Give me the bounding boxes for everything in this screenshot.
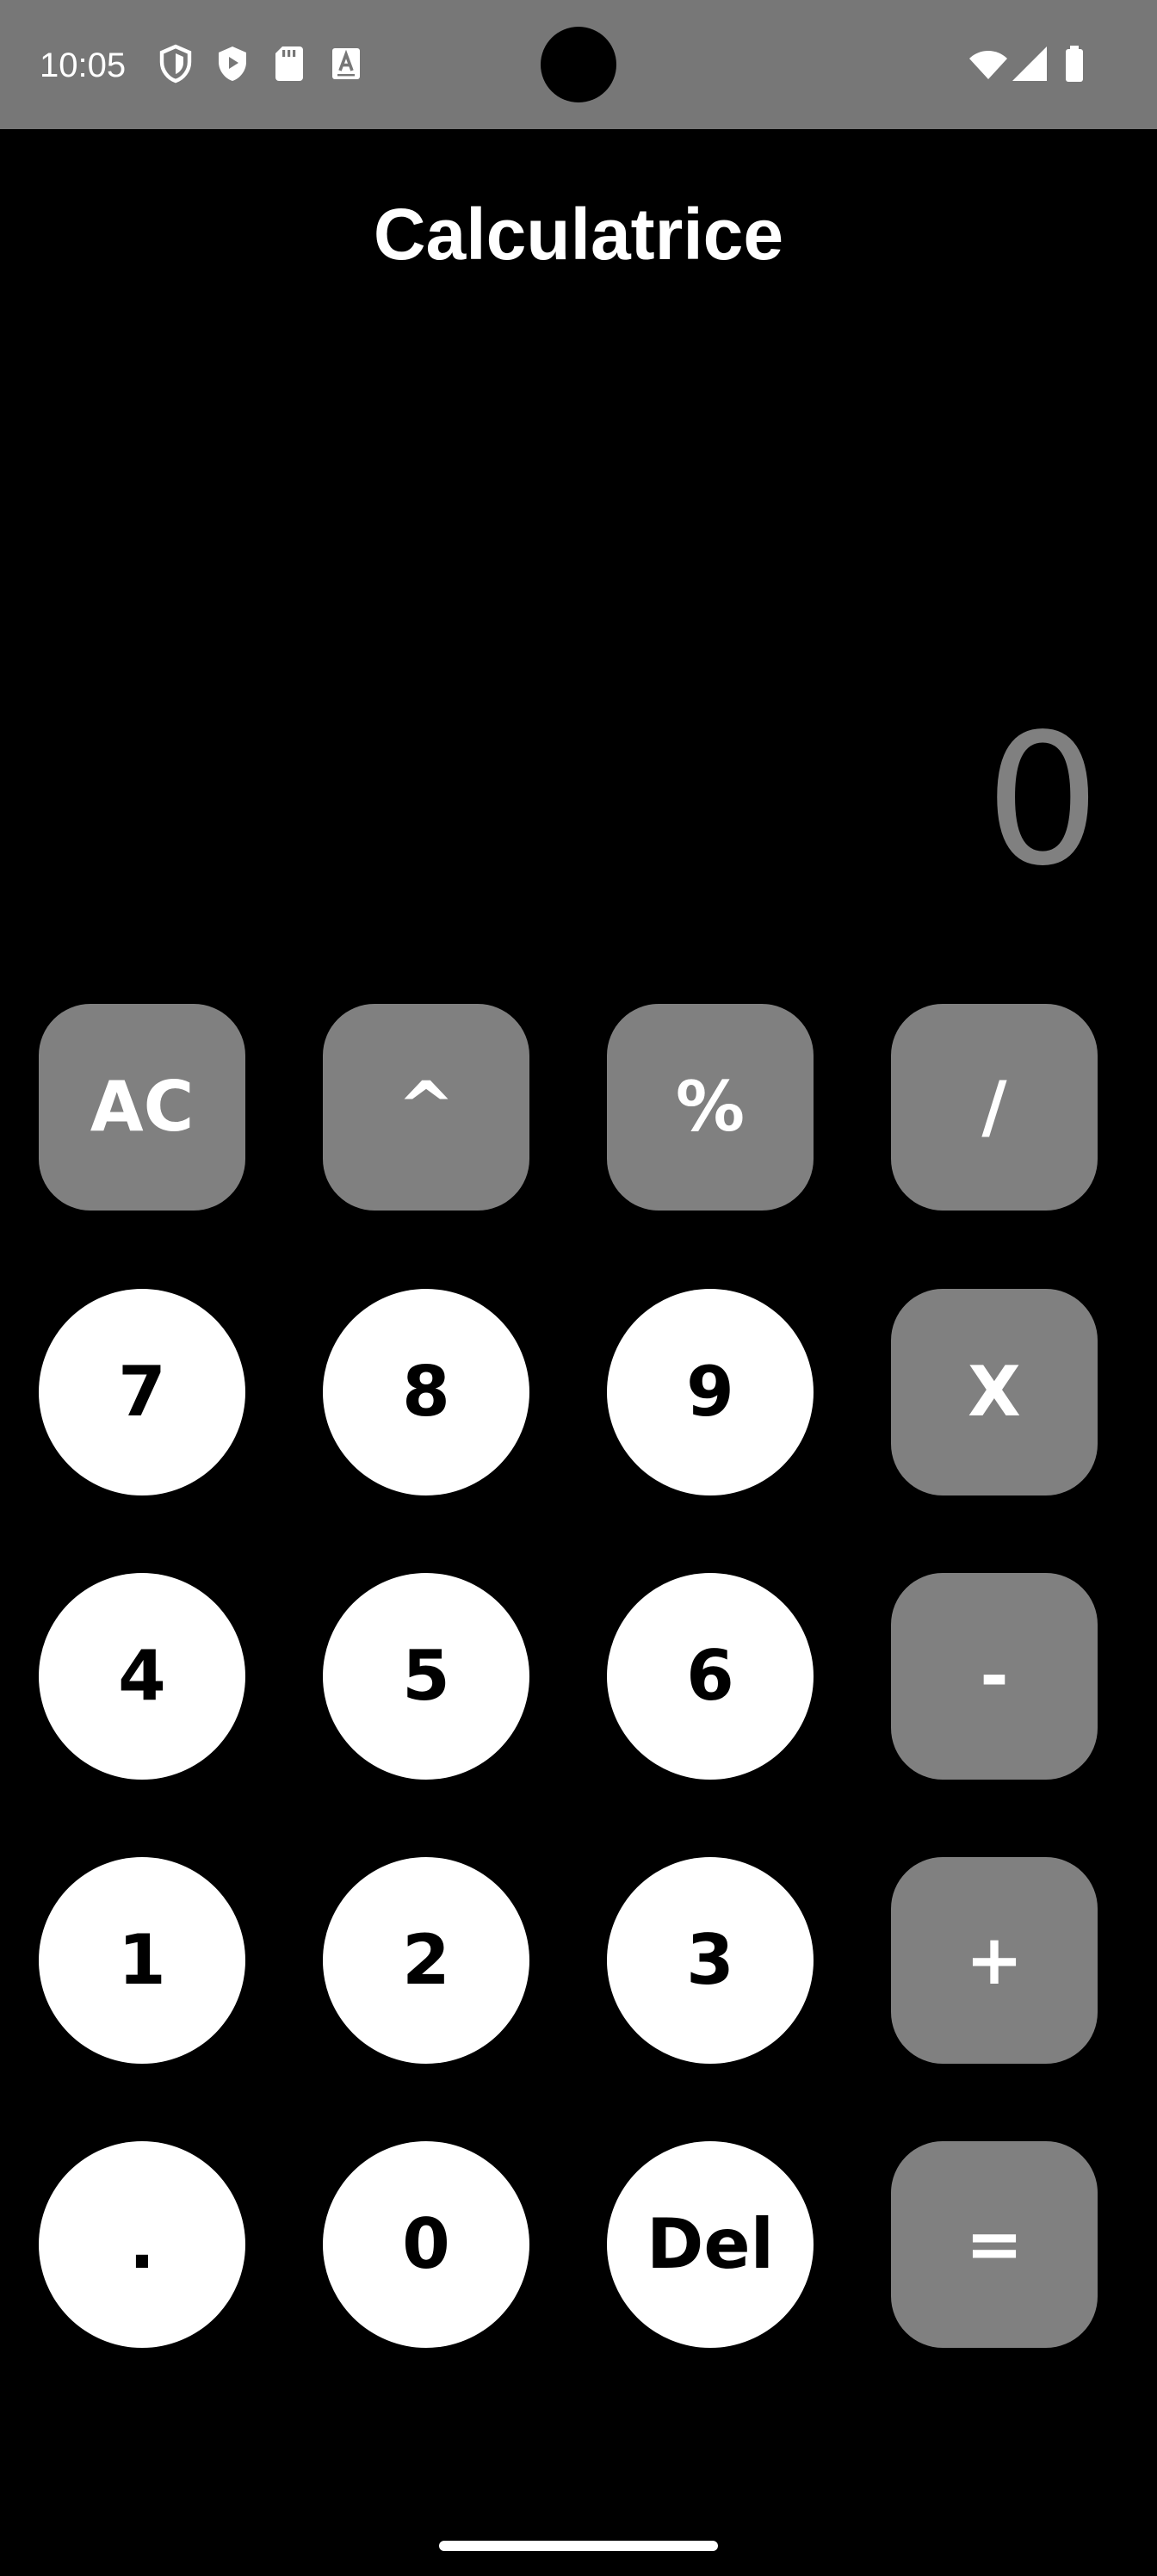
digit-4-label: 4: [118, 1636, 166, 1716]
all-clear-button[interactable]: AC: [39, 1004, 245, 1211]
home-gesture-bar[interactable]: [439, 2541, 718, 2551]
result-display: 0: [985, 695, 1100, 906]
power-button[interactable]: ^: [323, 1004, 529, 1211]
minus-button[interactable]: -: [891, 1573, 1098, 1780]
shield-play-icon: [219, 46, 246, 81]
digit-5-button[interactable]: 5: [323, 1573, 529, 1780]
plus-button[interactable]: +: [891, 1857, 1098, 2064]
cellular-signal-icon: [1012, 46, 1047, 81]
digit-3-button[interactable]: 3: [607, 1857, 814, 2064]
equals-label: =: [965, 2204, 1024, 2284]
sd-card-icon: [275, 46, 303, 81]
battery-icon: [1066, 46, 1083, 82]
digit-2-label: 2: [402, 1920, 450, 2000]
wifi-icon: [969, 51, 1007, 79]
digit-7-label: 7: [118, 1352, 166, 1432]
all-clear-label: AC: [90, 1067, 195, 1147]
digit-0-label: 0: [402, 2204, 450, 2284]
digit-6-label: 6: [686, 1636, 734, 1716]
decimal-point-label: .: [128, 2204, 156, 2284]
status-bar: 10:05: [0, 0, 1157, 129]
digit-1-button[interactable]: 1: [39, 1857, 245, 2064]
digit-8-button[interactable]: 8: [323, 1289, 529, 1495]
multiply-label: X: [968, 1352, 1021, 1432]
digit-6-button[interactable]: 6: [607, 1573, 814, 1780]
divide-label: /: [981, 1067, 1007, 1147]
shield-outline-icon: [159, 44, 192, 84]
divide-button[interactable]: /: [891, 1004, 1098, 1211]
delete-button[interactable]: Del: [607, 2141, 814, 2348]
keyboard-a-icon: [332, 48, 360, 79]
digit-5-label: 5: [402, 1636, 450, 1716]
percent-label: %: [675, 1067, 746, 1147]
percent-button[interactable]: %: [607, 1004, 814, 1211]
multiply-button[interactable]: X: [891, 1289, 1098, 1495]
delete-label: Del: [646, 2204, 775, 2284]
digit-9-button[interactable]: 9: [607, 1289, 814, 1495]
plus-label: +: [965, 1920, 1024, 2000]
digit-7-button[interactable]: 7: [39, 1289, 245, 1495]
digit-1-label: 1: [118, 1920, 166, 2000]
power-label: ^: [397, 1067, 455, 1147]
minus-label: -: [980, 1636, 1009, 1716]
digit-4-button[interactable]: 4: [39, 1573, 245, 1780]
app-title: Calculatrice: [373, 194, 784, 275]
digit-9-label: 9: [686, 1352, 734, 1432]
digit-2-button[interactable]: 2: [323, 1857, 529, 2064]
digit-0-button[interactable]: 0: [323, 2141, 529, 2348]
status-time: 10:05: [40, 46, 127, 84]
decimal-point-button[interactable]: .: [39, 2141, 245, 2348]
front-camera: [541, 27, 616, 102]
equals-button[interactable]: =: [891, 2141, 1098, 2348]
digit-3-label: 3: [686, 1920, 734, 2000]
digit-8-label: 8: [402, 1352, 450, 1432]
